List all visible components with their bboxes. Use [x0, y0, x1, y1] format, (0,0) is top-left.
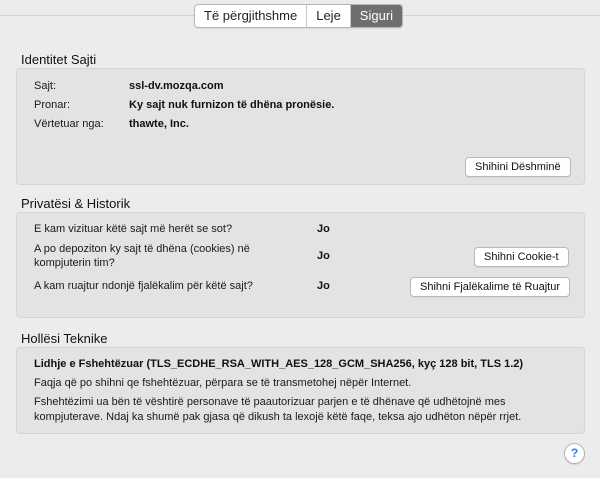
help-button[interactable]: ? [564, 443, 585, 464]
site-value: ssl-dv.mozqa.com [129, 80, 224, 92]
technical-section-title: Hollësi Teknike [21, 331, 108, 346]
tab-permissions[interactable]: Leje [307, 5, 351, 27]
identity-panel: Sajt: ssl-dv.mozqa.com Pronar: Ky sajt n… [16, 68, 585, 185]
owner-value: Ky sajt nuk furnizon të dhëna pronësie. [129, 99, 335, 111]
cookies-answer: Jo [317, 250, 330, 262]
encryption-line-1: Faqja që po shihni qe fshehtëzuar, përpa… [34, 377, 412, 389]
passwords-question: A kam ruajtur ndonjë fjalëkalim për këtë… [34, 280, 253, 292]
view-certificate-button[interactable]: Shihini Dëshminë [465, 157, 571, 177]
tab-bar: Të përgjithshme Leje Siguri [194, 4, 404, 28]
technical-panel: Lidhje e Fshehtëzuar (TLS_ECDHE_RSA_WITH… [16, 347, 585, 434]
passwords-answer: Jo [317, 280, 330, 292]
view-cookies-button[interactable]: Shihni Cookie-t [474, 247, 569, 267]
verified-by-value: thawte, Inc. [129, 118, 189, 130]
cookies-question: A po depoziton ky sajt të dhëna (cookies… [34, 243, 250, 269]
tab-security[interactable]: Siguri [350, 5, 403, 27]
site-label: Sajt: [34, 80, 57, 92]
privacy-section-title: Privatësi & Historik [21, 196, 131, 211]
identity-section-title: Identitet Sajti [21, 52, 97, 67]
tab-general[interactable]: Të përgjithshme [195, 5, 308, 27]
verified-by-label: Vërtetuar nga: [34, 118, 104, 130]
view-saved-passwords-button[interactable]: Shihni Fjalëkalime të Ruajtur [410, 277, 571, 297]
privacy-panel: E kam vizituar këtë sajt më herët se sot… [16, 212, 585, 318]
visited-question: E kam vizituar këtë sajt më herët se sot… [34, 223, 233, 235]
connection-heading: Lidhje e Fshehtëzuar (TLS_ECDHE_RSA_WITH… [34, 358, 524, 370]
visited-answer: Jo [317, 223, 330, 235]
encryption-line-2: Fshehtëzimi ua bën të vështirë personave… [34, 396, 522, 423]
owner-label: Pronar: [34, 99, 71, 111]
